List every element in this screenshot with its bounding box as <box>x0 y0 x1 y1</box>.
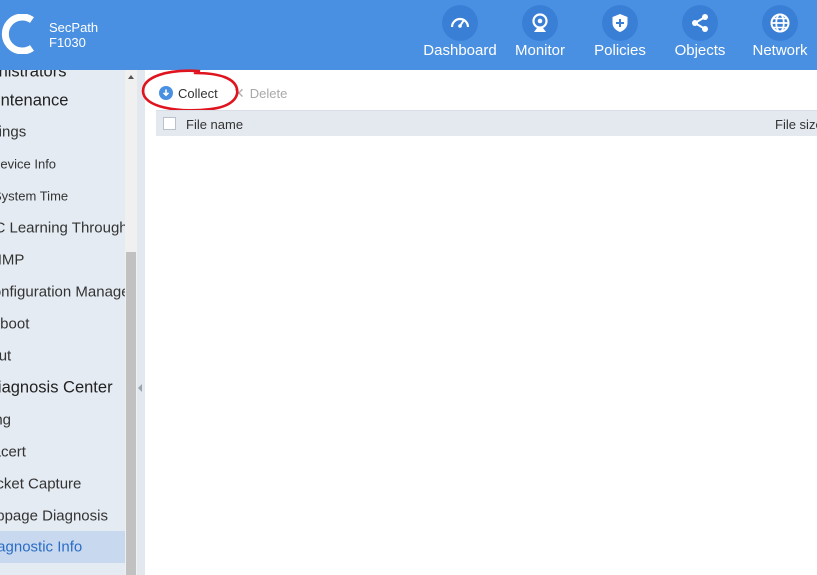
sidebar-item-snmp[interactable]: SNMP <box>0 244 125 276</box>
sidebar-item-diagnostic-info[interactable]: Diagnostic Info <box>0 531 125 563</box>
collect-button-label: Collect <box>178 85 218 101</box>
sidebar-item-system-time[interactable]: System Time <box>0 180 125 212</box>
nav-network[interactable]: Network <box>740 0 817 70</box>
nav-network-label: Network <box>752 42 808 59</box>
sidebar-item-label: Tracert <box>0 443 26 461</box>
sidebar-item-label: Administrators <box>0 70 67 81</box>
sidebar-item-diagnosis-center[interactable]: Diagnosis Center <box>0 372 125 404</box>
sidebar-item-label: Diagnostic Info <box>0 538 83 556</box>
globe-icon <box>762 5 798 41</box>
sidebar-item-label: Ping <box>0 411 12 429</box>
logo-icon <box>1 14 34 54</box>
sidebar-item-settings[interactable]: Settings <box>0 116 125 148</box>
sidebar-scrollbar[interactable] <box>125 70 137 575</box>
nav-policies[interactable]: Policies <box>580 0 660 70</box>
sidebar-item-label: About <box>0 347 12 365</box>
nav-objects[interactable]: Objects <box>660 0 740 70</box>
sidebar-nav: Administrators Maintenance Settings Devi… <box>0 70 125 575</box>
sidebar-item-label: System Time <box>0 188 69 204</box>
device-model: F1030 <box>49 35 86 50</box>
sidebar-item-label: Packet Capture <box>0 475 82 493</box>
nav-monitor-label: Monitor <box>514 42 566 59</box>
delete-button-label: Delete <box>249 85 288 101</box>
sidebar-item-label: Reboot <box>0 315 30 333</box>
sidebar-item-label: Device Info <box>0 156 57 172</box>
sidebar-item-reboot[interactable]: Reboot <box>0 308 125 340</box>
sidebar-item-maintenance[interactable]: Maintenance <box>0 85 125 117</box>
sidebar-item-configuration-management[interactable]: Configuration Manage <box>0 276 125 308</box>
sidebar-item-label: Webpage Diagnosis <box>0 507 108 525</box>
sidebar-item-label: Settings <box>0 123 27 141</box>
column-header-file-size[interactable]: File size <box>775 117 817 132</box>
select-all-checkbox[interactable] <box>163 117 176 130</box>
scrollbar-thumb[interactable] <box>126 252 136 575</box>
sidebar-item-ping[interactable]: Ping <box>0 404 125 436</box>
collect-button[interactable]: Collect <box>155 79 227 107</box>
sidebar-item-label: Diagnosis Center <box>0 378 113 397</box>
delete-button[interactable]: ✕ Delete <box>233 79 287 107</box>
sidebar-item-label: MAC Learning Through <box>0 219 125 237</box>
shield-icon <box>602 5 638 41</box>
nav-monitor[interactable]: Monitor <box>500 0 580 70</box>
sidebar-item-webpage-diagnosis[interactable]: Webpage Diagnosis <box>0 500 125 532</box>
sidebar-item-label: Configuration Manage <box>0 283 125 301</box>
sidebar-item-device-info[interactable]: Device Info <box>0 148 125 180</box>
sidebar-item-mac-learning[interactable]: MAC Learning Through <box>0 212 125 244</box>
column-header-file-name[interactable]: File name <box>186 117 243 132</box>
sidebar-item-label: Maintenance <box>0 91 69 110</box>
nav-objects-label: Objects <box>674 42 726 59</box>
toolbar: Collect ✕ Delete <box>141 69 817 112</box>
file-table-header: File name File size <box>156 110 817 136</box>
sidebar-item-about[interactable]: About <box>0 340 125 372</box>
sidebar-collapse-handle[interactable] <box>137 70 145 575</box>
nav-dashboard[interactable]: Dashboard <box>420 0 500 70</box>
share-icon <box>682 5 718 41</box>
scroll-up-arrow-icon[interactable] <box>128 75 134 79</box>
top-header: SecPath F1030 Dashboard Monitor Policies… <box>0 0 817 70</box>
collapse-arrow-icon <box>138 384 142 392</box>
webcam-icon <box>522 5 558 41</box>
delete-icon: ✕ <box>233 84 245 101</box>
sidebar-item-packet-capture[interactable]: Packet Capture <box>0 468 125 500</box>
collect-download-icon <box>159 86 173 100</box>
brand: SecPath F1030 <box>49 20 98 50</box>
nav-dashboard-label: Dashboard <box>423 42 497 59</box>
gauge-icon <box>442 5 478 41</box>
nav-policies-label: Policies <box>594 42 646 59</box>
sidebar-item-label: SNMP <box>0 251 25 269</box>
main-content: Collect ✕ Delete File name File size <box>141 69 817 575</box>
sidebar-item-tracert[interactable]: Tracert <box>0 436 125 468</box>
brand-name: SecPath <box>49 20 99 35</box>
